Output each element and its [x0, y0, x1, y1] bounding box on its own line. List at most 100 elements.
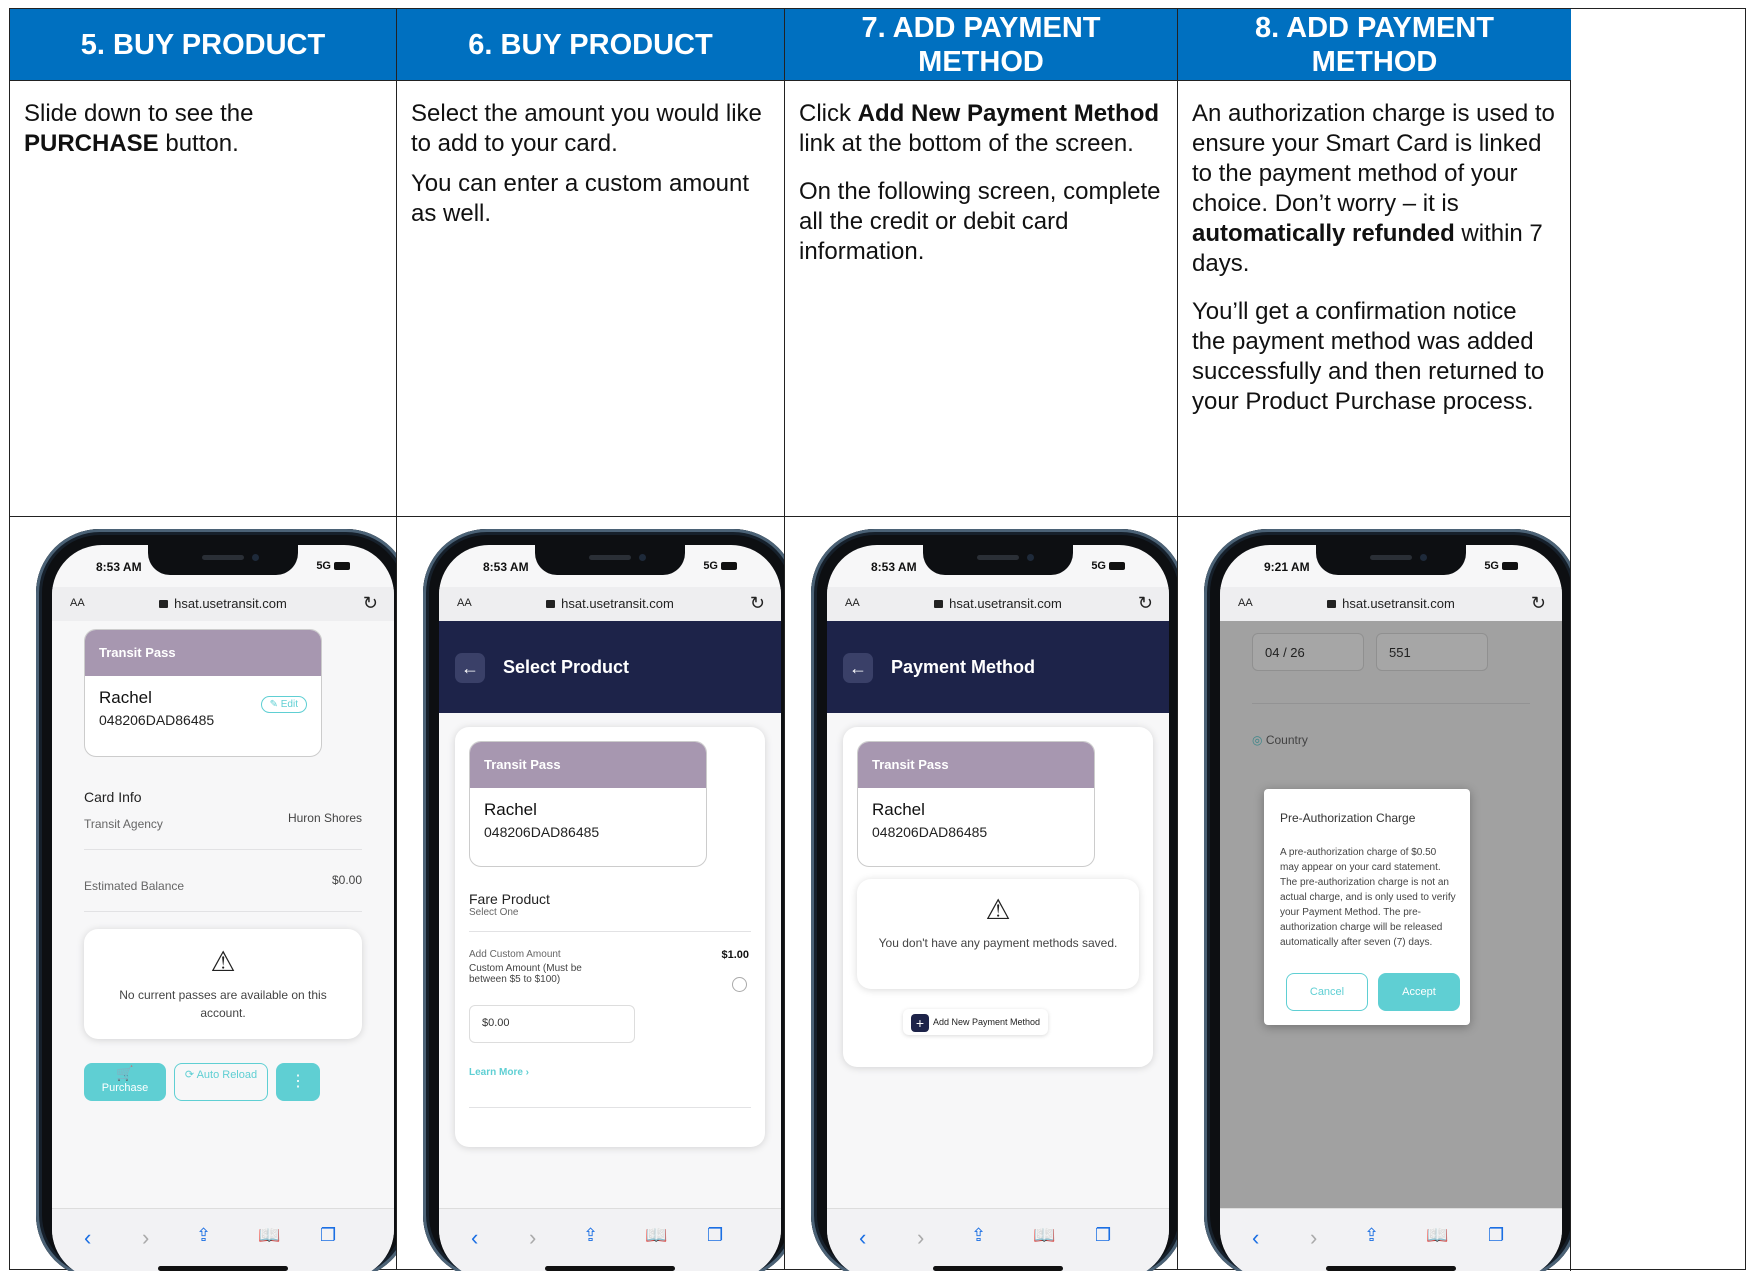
step-description: Click Add New Payment Method link at the… — [785, 81, 1177, 517]
phone-screenshot: 8:53 AM 5G AA hsat.usetransit.com ↻ Tran… — [10, 517, 396, 1271]
share-icon[interactable]: ⇪ — [196, 1225, 211, 1246]
phone-screen: 8:53 AM 5G AA hsat.usetransit.com ↻ ← Pa… — [827, 545, 1169, 1271]
forward-icon[interactable]: › — [529, 1225, 536, 1251]
status-time: 8:53 AM — [483, 560, 529, 574]
phone-screen: 8:53 AM 5G AA hsat.usetransit.com ↻ Tran… — [52, 545, 394, 1271]
modal-body: A pre-authorization charge of $0.50 may … — [1280, 847, 1456, 948]
transit-pass-card: Transit Pass Rachel 048206DAD86485 — [469, 741, 707, 867]
page-content: Transit Pass Rachel 048206DAD86485 ✎ Edi… — [52, 621, 394, 1227]
desc-text: Select the amount you would like to add … — [411, 100, 762, 157]
lock-icon — [1327, 600, 1337, 608]
bookmarks-icon[interactable]: 📖 — [258, 1225, 280, 1246]
url-text: hsat.usetransit.com — [561, 596, 674, 611]
forward-icon[interactable]: › — [1310, 1225, 1317, 1251]
battery-icon — [334, 562, 350, 571]
lock-icon — [934, 600, 944, 608]
url-text: hsat.usetransit.com — [1342, 596, 1455, 611]
edit-button[interactable]: ✎ Edit — [260, 696, 307, 713]
pass-title: Transit Pass — [858, 742, 1094, 788]
desc-bold: PURCHASE — [24, 130, 159, 157]
back-arrow-icon[interactable]: ← — [843, 653, 873, 683]
share-icon[interactable]: ⇪ — [1364, 1225, 1379, 1246]
browser-toolbar: ‹ › ⇪ 📖 ❐ — [827, 1208, 1169, 1271]
notch — [535, 545, 685, 575]
purchase-button[interactable]: 🛒 Purchase — [84, 1063, 166, 1101]
reload-icon[interactable]: ↻ — [363, 593, 378, 614]
bookmarks-icon[interactable]: 📖 — [645, 1225, 667, 1246]
page-header: ← Select Product — [439, 621, 781, 713]
back-icon[interactable]: ‹ — [1252, 1225, 1259, 1251]
accept-button[interactable]: Accept — [1378, 973, 1460, 1011]
reload-icon[interactable]: ↻ — [1531, 593, 1546, 614]
forward-icon[interactable]: › — [917, 1225, 924, 1251]
desc-text: On the following screen, complete all th… — [799, 178, 1161, 265]
tabs-icon[interactable]: ❐ — [320, 1225, 336, 1246]
tabs-icon[interactable]: ❐ — [707, 1225, 723, 1246]
learn-more-link[interactable]: Learn More › — [469, 1067, 529, 1078]
warning-icon: ⚠ — [210, 946, 236, 977]
browser-toolbar: ‹ › ⇪ 📖 ❐ — [439, 1208, 781, 1271]
desc-text: Click — [799, 100, 858, 127]
pass-holder-name: Rachel — [484, 800, 537, 819]
back-icon[interactable]: ‹ — [471, 1225, 478, 1251]
tabs-icon[interactable]: ❐ — [1488, 1225, 1504, 1246]
reload-icon[interactable]: ↻ — [750, 593, 765, 614]
column-step-5: 5. BUY PRODUCT Slide down to see the PURC… — [10, 9, 397, 1271]
phone-screenshot: 8:53 AM 5G AA hsat.usetransit.com ↻ ← Pa… — [785, 517, 1177, 1271]
pre-authorization-modal: Pre-Authorization Charge A pre-authoriza… — [1264, 789, 1470, 1025]
custom-amount-radio[interactable] — [732, 977, 747, 992]
no-passes-panel: ⚠ No current passes are available on thi… — [84, 929, 362, 1039]
phone-screen: 8:53 AM 5G AA hsat.usetransit.com ↻ ← Se… — [439, 545, 781, 1271]
bookmarks-icon[interactable]: 📖 — [1426, 1225, 1448, 1246]
transit-agency-label: Transit Agency — [84, 817, 163, 831]
url-text: hsat.usetransit.com — [949, 596, 1062, 611]
status-time: 8:53 AM — [96, 560, 142, 574]
add-payment-method-button[interactable]: + Add New Payment Method — [903, 1009, 1049, 1035]
battery-icon — [1502, 562, 1518, 571]
desc-text: You’ll get a confirmation notice the pay… — [1192, 298, 1545, 415]
share-icon[interactable]: ⇪ — [583, 1225, 598, 1246]
home-indicator — [933, 1266, 1063, 1271]
pass-title: Transit Pass — [85, 630, 321, 676]
desc-text: button. — [158, 130, 239, 157]
url-bar[interactable]: AA hsat.usetransit.com ↻ — [439, 587, 781, 621]
no-methods-message: You don't have any payment methods saved… — [878, 936, 1118, 950]
amount-input[interactable]: $0.00 — [469, 1005, 635, 1043]
page-title: Payment Method — [891, 657, 1036, 677]
custom-amount-label: Add Custom Amount — [469, 949, 561, 960]
back-arrow-icon[interactable]: ← — [455, 653, 485, 683]
page-title: Select Product — [503, 657, 630, 677]
auto-reload-button[interactable]: ⟳ Auto Reload — [174, 1063, 268, 1101]
no-methods-panel: ⚠ You don't have any payment methods sav… — [857, 879, 1139, 989]
signal-indicator: 5G — [703, 560, 737, 572]
phone-screenshot: 9:21 AM 5G AA hsat.usetransit.com ↻ 04 /… — [1178, 517, 1571, 1271]
pass-title: Transit Pass — [470, 742, 706, 788]
battery-icon — [1109, 562, 1125, 571]
phone-screenshot: 8:53 AM 5G AA hsat.usetransit.com ↻ ← Se… — [397, 517, 784, 1271]
home-indicator — [1326, 1266, 1456, 1271]
bookmarks-icon[interactable]: 📖 — [1033, 1225, 1055, 1246]
tabs-icon[interactable]: ❐ — [1095, 1225, 1111, 1246]
forward-icon[interactable]: › — [142, 1225, 149, 1251]
url-bar[interactable]: AA hsat.usetransit.com ↻ — [827, 587, 1169, 621]
url-bar[interactable]: AA hsat.usetransit.com ↻ — [1220, 587, 1562, 621]
column-step-8: 8. ADD PAYMENT METHOD An authorization c… — [1178, 9, 1745, 1271]
back-icon[interactable]: ‹ — [859, 1225, 866, 1251]
home-indicator — [158, 1266, 288, 1271]
fare-product-heading: Fare Product — [469, 891, 550, 907]
browser-toolbar: ‹ › ⇪ 📖 ❐ — [52, 1208, 394, 1271]
cancel-button[interactable]: Cancel — [1286, 973, 1368, 1011]
phone-frame: 8:53 AM 5G AA hsat.usetransit.com ↻ ← Se… — [423, 529, 784, 1271]
column-header: 7. ADD PAYMENT METHOD — [785, 9, 1177, 81]
more-options-button[interactable]: ⋮ — [276, 1063, 320, 1101]
back-icon[interactable]: ‹ — [84, 1225, 91, 1251]
payment-panel: Transit Pass Rachel 048206DAD86485 ⚠ You… — [843, 727, 1153, 1067]
home-indicator — [545, 1266, 675, 1271]
notch — [1316, 545, 1466, 575]
share-icon[interactable]: ⇪ — [971, 1225, 986, 1246]
status-time: 8:53 AM — [871, 560, 917, 574]
page-content: 04 / 26 551 ◎ Country Pre-Authorization … — [1220, 621, 1562, 1227]
url-bar[interactable]: AA hsat.usetransit.com ↻ — [52, 587, 394, 621]
reload-icon[interactable]: ↻ — [1138, 593, 1153, 614]
desc-bold: automatically refunded — [1192, 220, 1455, 247]
